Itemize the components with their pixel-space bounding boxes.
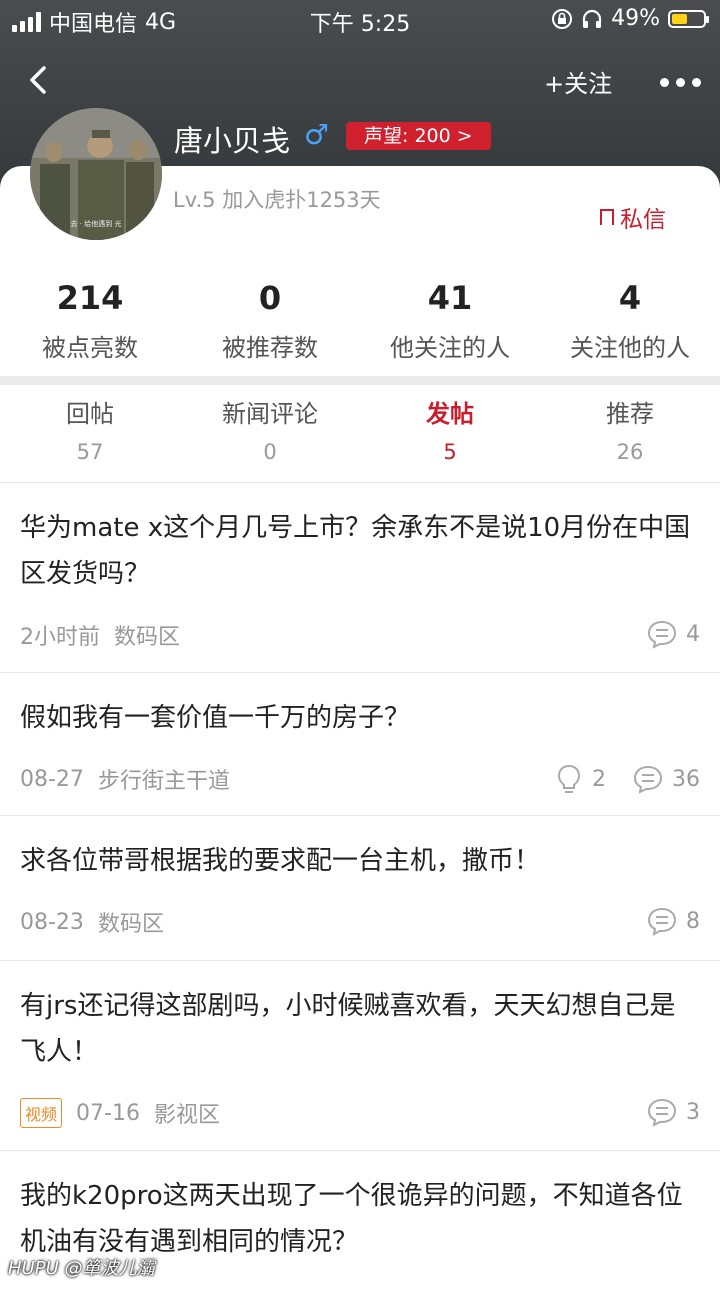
post-board[interactable]: 步行街主干道 bbox=[98, 763, 230, 795]
comment-icon bbox=[647, 620, 677, 649]
lightbulb-icon bbox=[557, 764, 581, 793]
top-nav: +关注 bbox=[0, 52, 720, 108]
stat-label: 被点亮数 bbox=[42, 334, 138, 362]
post-board[interactable]: 数码区 bbox=[98, 906, 164, 938]
stat-following[interactable]: 41 他关注的人 bbox=[360, 278, 540, 363]
light-count-value: 2 bbox=[592, 766, 606, 792]
post-meta: 08-23 数码区 bbox=[20, 906, 164, 938]
post-time: 07-16 bbox=[76, 1100, 140, 1126]
post-meta: 视频 07-16 影视区 bbox=[20, 1097, 220, 1129]
post-title[interactable]: 华为mate x这个月几号上市？余承东不是说10月份在中国区发货吗？ bbox=[20, 505, 700, 597]
avatar-caption-text: 去 · 给他遇到 光 bbox=[71, 219, 122, 228]
reply-count-value: 36 bbox=[672, 766, 700, 792]
reply-count: 36 bbox=[632, 764, 700, 794]
status-bar: 中国电信 4G 下午 5:25 49% bbox=[0, 0, 720, 40]
post-meta: 08-27 步行街主干道 bbox=[20, 763, 230, 795]
comment-icon bbox=[647, 907, 677, 936]
stat-value: 214 bbox=[56, 279, 124, 317]
stat-label: 被推荐数 bbox=[222, 334, 318, 362]
post-time: 08-27 bbox=[20, 766, 84, 792]
content-tabs: 回帖 57 新闻评论 0 发帖 5 推荐 26 bbox=[0, 392, 720, 480]
post-board[interactable]: 数码区 bbox=[114, 619, 180, 651]
stat-value: 0 bbox=[258, 279, 282, 317]
private-message-label: 私信 bbox=[620, 207, 666, 233]
post-time: 08-23 bbox=[20, 909, 84, 935]
tab-label: 发帖 bbox=[426, 400, 474, 428]
light-count: 2 bbox=[554, 763, 606, 795]
tab-count: 26 bbox=[616, 440, 644, 464]
tab-count: 57 bbox=[76, 440, 104, 464]
tab-count: 5 bbox=[443, 440, 457, 464]
battery-icon bbox=[668, 9, 709, 28]
post-title[interactable]: 求各位带哥根据我的要求配一台主机，撒币！ bbox=[20, 838, 700, 884]
post-counts: 4 bbox=[646, 619, 700, 649]
post-title[interactable]: 有jrs还记得这部剧吗，小时候贼喜欢看，天天幻想自己是飞人！ bbox=[20, 983, 700, 1075]
stat-followers[interactable]: 4 关注他的人 bbox=[540, 278, 720, 363]
video-tag: 视频 bbox=[20, 1098, 63, 1128]
post-meta: 2小时前 数码区 bbox=[20, 619, 180, 651]
reply-count-value: 8 bbox=[686, 908, 700, 934]
post-counts: 3 bbox=[646, 1097, 700, 1127]
tab-recommend[interactable]: 推荐 26 bbox=[540, 392, 720, 480]
private-message-button[interactable]: 私信 bbox=[600, 200, 666, 234]
stat-value: 4 bbox=[618, 279, 642, 317]
post-time: 2小时前 bbox=[20, 625, 100, 650]
tab-posts[interactable]: 发帖 5 bbox=[360, 392, 540, 480]
tab-news-comments[interactable]: 新闻评论 0 bbox=[180, 392, 360, 480]
reply-count-value: 3 bbox=[686, 1099, 700, 1125]
headphones-icon bbox=[582, 9, 602, 28]
message-icon bbox=[600, 209, 614, 225]
tab-count: 0 bbox=[263, 440, 277, 464]
list-item[interactable]: 华为mate x这个月几号上市？余承东不是说10月份在中国区发货吗？ 2小时前 … bbox=[0, 482, 720, 672]
rotation-lock-icon bbox=[552, 8, 573, 29]
level-info: Lv.5 加入虎扑1253天 bbox=[173, 188, 381, 212]
reply-count: 4 bbox=[646, 619, 700, 649]
post-title[interactable]: 假如我有一套价值一千万的房子？ bbox=[20, 695, 700, 741]
post-board[interactable]: 影视区 bbox=[154, 1097, 220, 1129]
male-gender-icon: ♂ bbox=[304, 118, 330, 151]
stat-recommended[interactable]: 0 被推荐数 bbox=[180, 278, 360, 363]
back-arrow-icon[interactable] bbox=[22, 60, 62, 100]
reply-count: 3 bbox=[646, 1097, 700, 1127]
follow-button[interactable]: +关注 bbox=[544, 64, 612, 99]
post-list: 华为mate x这个月几号上市？余承东不是说10月份在中国区发货吗？ 2小时前 … bbox=[0, 482, 720, 1290]
tab-label: 推荐 bbox=[606, 400, 654, 428]
comment-icon bbox=[647, 1098, 677, 1127]
reputation-badge[interactable]: 声望: 200 > bbox=[346, 122, 491, 150]
battery-percent: 49% bbox=[611, 6, 660, 31]
avatar[interactable]: 去 · 给他遇到 光 bbox=[30, 108, 162, 240]
status-right: 49% bbox=[551, 6, 709, 31]
post-counts: 8 bbox=[646, 906, 700, 936]
list-item[interactable]: 求各位带哥根据我的要求配一台主机，撒币！ 08-23 数码区 8 bbox=[0, 815, 720, 960]
tab-label: 新闻评论 bbox=[222, 400, 318, 428]
tab-replies[interactable]: 回帖 57 bbox=[0, 392, 180, 480]
tab-label: 回帖 bbox=[66, 400, 114, 428]
stats-row: 214 被点亮数 0 被推荐数 41 他关注的人 4 关注他的人 bbox=[0, 278, 720, 363]
watermark: HUPU @箪波儿灞 bbox=[8, 1258, 155, 1279]
post-counts: 2 36 bbox=[554, 763, 700, 795]
username: 唐小贝戋 bbox=[174, 124, 291, 158]
stat-label: 他关注的人 bbox=[390, 334, 510, 362]
reply-count: 8 bbox=[646, 906, 700, 936]
section-divider bbox=[0, 376, 720, 385]
comment-icon bbox=[633, 765, 663, 794]
post-title[interactable]: 我的k20pro这两天出现了一个很诡异的问题，不知道各位机油有没有遇到相同的情况… bbox=[20, 1173, 700, 1265]
list-item[interactable]: 假如我有一套价值一千万的房子？ 08-27 步行街主干道 2 36 bbox=[0, 672, 720, 815]
reply-count-value: 4 bbox=[686, 621, 700, 647]
stat-value: 41 bbox=[427, 279, 473, 317]
stat-label: 关注他的人 bbox=[570, 334, 690, 362]
more-options-icon[interactable] bbox=[660, 78, 701, 87]
avatar-image: 去 · 给他遇到 光 bbox=[30, 108, 162, 240]
list-item[interactable]: 有jrs还记得这部剧吗，小时候贼喜欢看，天天幻想自己是飞人！ 视频 07-16 … bbox=[0, 960, 720, 1150]
stat-lights[interactable]: 214 被点亮数 bbox=[0, 278, 180, 363]
